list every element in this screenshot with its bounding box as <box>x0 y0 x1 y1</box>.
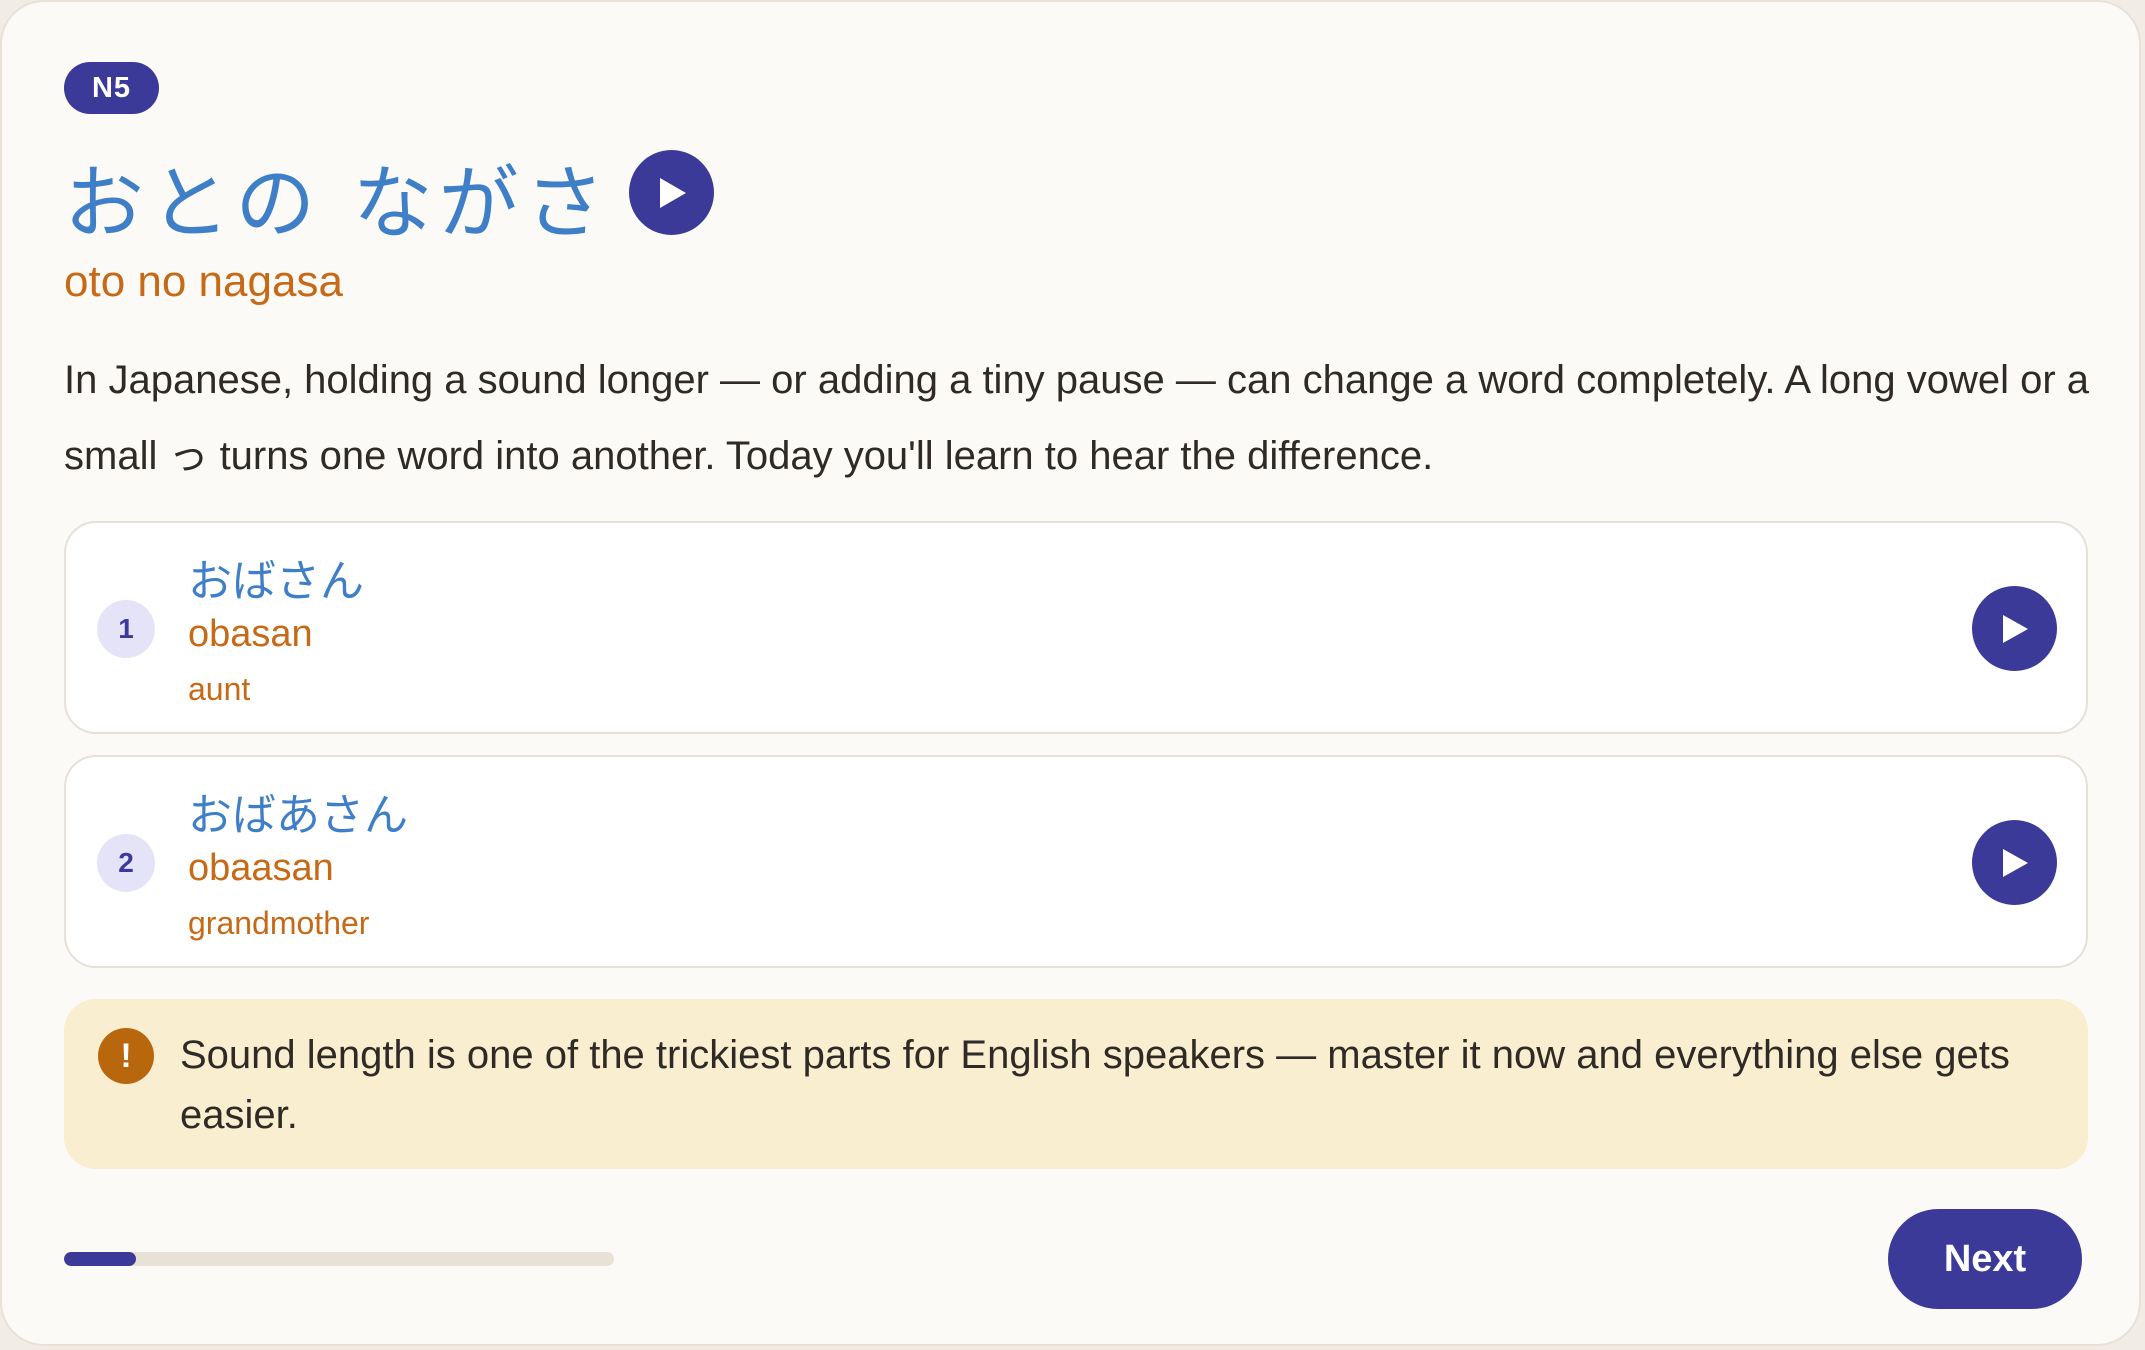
word-romaji: obaasan <box>188 847 334 889</box>
next-button[interactable]: Next <box>1888 1209 2082 1309</box>
word-number-badge: 1 <box>97 600 155 658</box>
word-card: 2 おばあさん obaasan grandmother <box>64 755 2088 968</box>
word-play-button[interactable] <box>1972 586 2057 671</box>
lesson-title-romaji: oto no nagasa <box>64 257 343 306</box>
tip-callout: ! Sound length is one of the trickiest p… <box>64 999 2088 1169</box>
play-icon <box>659 177 686 208</box>
level-badge: N5 <box>64 62 159 114</box>
word-kana: おばさん <box>188 556 364 607</box>
word-meaning: grandmother <box>188 905 370 941</box>
title-play-button[interactable] <box>629 150 714 235</box>
word-romaji: obasan <box>188 613 313 655</box>
lesson-title: おとの ながさ <box>64 157 611 250</box>
warning-icon: ! <box>98 1028 154 1084</box>
lesson-card: N5 おとの ながさ oto no nagasa In Japanese, ho… <box>0 0 2141 1346</box>
word-card: 1 おばさん obasan aunt <box>64 521 2088 734</box>
word-kana: おばあさん <box>188 790 408 841</box>
progress-fill <box>64 1252 136 1266</box>
play-icon <box>2002 848 2028 877</box>
play-icon <box>2002 614 2028 643</box>
title-row: おとの ながさ <box>64 142 611 252</box>
progress-bar <box>64 1252 614 1266</box>
word-number-badge: 2 <box>97 834 155 892</box>
tip-text: Sound length is one of the trickiest par… <box>180 1033 2010 1137</box>
word-meaning: aunt <box>188 671 251 707</box>
lesson-intro: In Japanese, holding a sound longer — or… <box>64 358 2089 478</box>
word-play-button[interactable] <box>1972 820 2057 905</box>
